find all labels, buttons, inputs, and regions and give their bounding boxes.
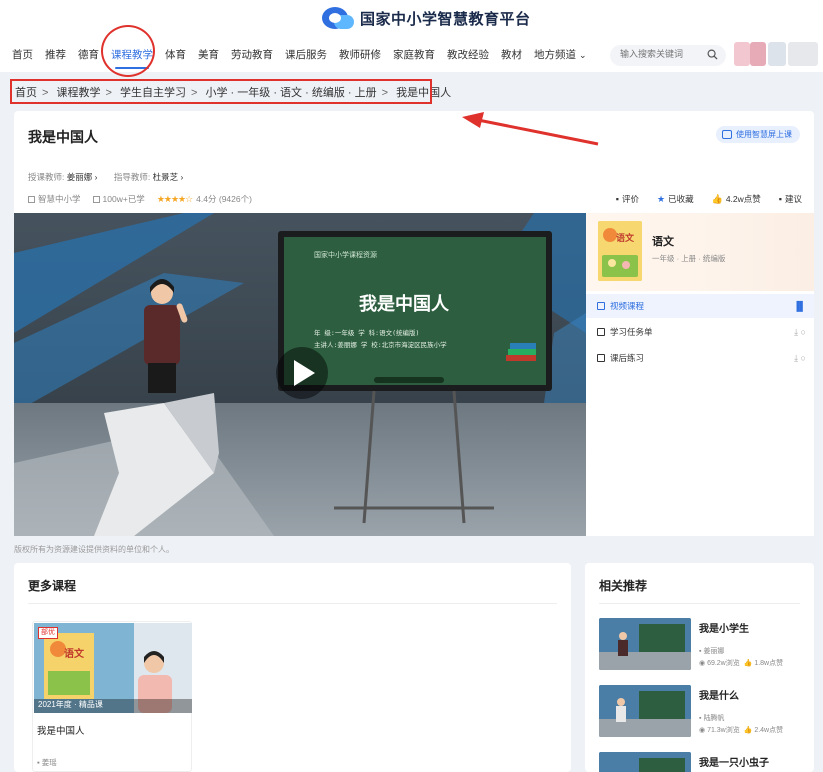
divider bbox=[28, 603, 557, 604]
screen-line2: 主讲人:姜丽娜 学 校:北京市海淀区民族小学 bbox=[314, 340, 447, 349]
course-side-panel: 语文 语文 一年级 · 上册 · 统编版 视频课程 ▐▌ 学习任务单 ⤓ ○ 课… bbox=[586, 213, 814, 536]
related-stats: ◉ 71.3w浏览 👍 2.4w点赞 bbox=[699, 727, 784, 734]
bar-chart-icon: ▐▌ bbox=[793, 301, 806, 311]
nav-item-reform[interactable]: 教改经验 bbox=[447, 46, 489, 64]
star-icon: ★ bbox=[657, 193, 666, 204]
view-count: 100w+已学 bbox=[102, 194, 145, 204]
side-item-video-course[interactable]: 视频课程 ▐▌ bbox=[586, 294, 814, 318]
screen-line1: 年 级:一年级 学 科:语文(统编版) bbox=[314, 328, 419, 337]
course-tag: 部优 bbox=[38, 627, 58, 639]
video-player[interactable]: 国家中小学课程资源 我是中国人 年 级:一年级 学 科:语文(统编版) 主讲人:… bbox=[14, 213, 586, 536]
rating-count: (9426个) bbox=[218, 194, 252, 204]
related-thumbnail bbox=[599, 618, 691, 670]
textbook-cover-title: 语文 bbox=[616, 232, 635, 244]
related-card: 相关推荐 我是小学生 ▪ 姜丽娜 ◉ 69.2w浏览 👍 1.8w点赞 我是什么… bbox=[585, 563, 814, 772]
search-box[interactable] bbox=[610, 45, 726, 66]
nav-item-labor[interactable]: 劳动教育 bbox=[231, 46, 273, 64]
school-name: 智慧中小学 bbox=[38, 194, 81, 204]
related-title: 我是一只小虫子 bbox=[699, 758, 769, 769]
side-item-homework[interactable]: 课后练习 ⤓ ○ bbox=[586, 346, 814, 370]
side-item-task-sheet[interactable]: 学习任务单 ⤓ ○ bbox=[586, 320, 814, 344]
nav-item-family[interactable]: 家庭教育 bbox=[393, 46, 435, 64]
document-icon bbox=[597, 328, 605, 336]
course-item[interactable]: 语文 部优 2021年度 · 精品课 我是中国人 ▪ 姜瑶 bbox=[32, 621, 192, 772]
related-teacher: ▪ 陆腾帆 bbox=[699, 715, 725, 722]
top-bar: 国家中小学智慧教育平台 首页 推荐 德育 课程教学 体育 美育 劳动教育 课后服… bbox=[0, 0, 823, 77]
like-button[interactable]: 👍 4.2w点赞 bbox=[712, 193, 761, 205]
search-icon[interactable] bbox=[707, 49, 718, 60]
related-thumbnail bbox=[599, 685, 691, 737]
related-thumbnail bbox=[599, 752, 691, 772]
advisor-link[interactable]: 杜景芝 › bbox=[153, 172, 184, 182]
main-nav: 首页 推荐 德育 课程教学 体育 美育 劳动教育 课后服务 教师研修 家庭教育 … bbox=[12, 46, 599, 69]
nav-item-home[interactable]: 首页 bbox=[12, 46, 33, 64]
rating-stars: ★★★★☆ bbox=[156, 193, 193, 204]
related-teacher: ▪ 姜丽娜 bbox=[699, 648, 725, 655]
related-item[interactable]: 我是小学生 ▪ 姜丽娜 ◉ 69.2w浏览 👍 1.8w点赞 bbox=[599, 618, 799, 672]
thumbnail-caption: 2021年度 · 精品课 bbox=[38, 700, 103, 709]
course-meta: 智慧中小学 100w+已学 ★★★★☆ 4.4分 (9426个) bbox=[28, 193, 264, 205]
school-icon bbox=[28, 195, 35, 203]
textbook-subtitle: 一年级 · 上册 · 统编版 bbox=[652, 254, 726, 263]
screen-title: 我是中国人 bbox=[359, 293, 450, 315]
annotation-arrow bbox=[462, 112, 599, 146]
user-avatar-blurred[interactable] bbox=[734, 42, 818, 66]
download-icon[interactable]: ⤓ ○ bbox=[794, 346, 806, 370]
favorite-button[interactable]: ★ 已收藏 bbox=[657, 193, 694, 205]
related-item[interactable]: 我是什么 ▪ 陆腾帆 ◉ 71.3w浏览 👍 2.4w点赞 bbox=[599, 685, 799, 739]
nav-item-local-channel[interactable]: 地方频道 ⌄ bbox=[534, 46, 587, 64]
divider bbox=[599, 603, 800, 604]
section-title: 相关推荐 bbox=[599, 579, 648, 593]
nav-item-textbook[interactable]: 教材 bbox=[501, 46, 522, 64]
related-title: 我是小学生 bbox=[699, 624, 749, 635]
course-teacher: ▪ 姜瑶 bbox=[37, 758, 57, 767]
thumbs-up-icon: 👍 bbox=[711, 193, 723, 204]
course-actions: ▪ 评价 ★ 已收藏 👍 4.2w点赞 ▪ 建议 bbox=[598, 193, 802, 205]
course-name[interactable]: 我是中国人 bbox=[37, 723, 85, 737]
textbook-header: 语文 语文 一年级 · 上册 · 统编版 bbox=[586, 213, 814, 291]
nav-item-after-school[interactable]: 课后服务 bbox=[285, 46, 327, 64]
more-courses-card: 更多课程 语文 部优 2021年度 · 精品课 我是中国人 ▪ 姜瑶 bbox=[14, 563, 571, 772]
nav-item-recommend[interactable]: 推荐 bbox=[45, 46, 66, 64]
logo-icon bbox=[322, 5, 356, 31]
smart-screen-button[interactable]: 使用智慧屏上课 bbox=[716, 126, 800, 143]
nav-item-moral[interactable]: 德育 bbox=[78, 46, 99, 64]
thumbnail-cover-title: 语文 bbox=[64, 647, 85, 660]
review-icon: ▪ bbox=[615, 194, 619, 204]
document-icon bbox=[597, 354, 605, 362]
video-icon bbox=[597, 302, 605, 310]
search-input[interactable] bbox=[620, 49, 700, 59]
video-frame: 国家中小学课程资源 我是中国人 年 级:一年级 学 科:语文(统编版) 主讲人:… bbox=[14, 213, 586, 536]
annotation-circle bbox=[101, 25, 155, 77]
download-icon[interactable]: ⤓ ○ bbox=[794, 320, 806, 344]
textbook-cover: 语文 bbox=[598, 221, 642, 281]
rating-score: 4.4分 bbox=[196, 194, 217, 204]
related-title: 我是什么 bbox=[699, 691, 739, 702]
nav-item-teacher-training[interactable]: 教师研修 bbox=[339, 46, 381, 64]
chevron-down-icon: ⌄ bbox=[579, 50, 587, 60]
suggest-icon: ▪ bbox=[778, 194, 782, 204]
course-card: 我是中国人 使用智慧屏上课 授课教师: 姜丽娜 › 指导教师: 杜景芝 › 智慧… bbox=[14, 111, 814, 536]
site-logo[interactable]: 国家中小学智慧教育平台 bbox=[322, 4, 531, 32]
section-title: 更多课程 bbox=[28, 579, 77, 593]
suggest-button[interactable]: ▪ 建议 bbox=[779, 193, 802, 205]
textbook-title: 语文 bbox=[652, 236, 674, 248]
nav-item-art[interactable]: 美育 bbox=[198, 46, 219, 64]
screen-header: 国家中小学课程资源 bbox=[314, 250, 377, 259]
site-name: 国家中小学智慧教育平台 bbox=[360, 9, 531, 28]
teacher-info: 授课教师: 姜丽娜 › 指导教师: 杜景芝 › bbox=[28, 172, 184, 182]
page-title: 我是中国人 bbox=[28, 129, 98, 145]
screen-icon bbox=[722, 130, 732, 139]
course-thumbnail: 语文 部优 2021年度 · 精品课 bbox=[34, 623, 192, 713]
related-item[interactable]: 我是一只小虫子 bbox=[599, 752, 799, 772]
review-button[interactable]: ▪ 评价 bbox=[616, 193, 639, 205]
views-icon bbox=[92, 195, 100, 203]
annotation-box bbox=[10, 79, 432, 104]
lecturer-link[interactable]: 姜丽娜 › bbox=[67, 172, 98, 182]
copyright-note: 版权所有为资源建设提供资料的单位和个人。 bbox=[14, 545, 174, 554]
nav-item-pe[interactable]: 体育 bbox=[165, 46, 186, 64]
related-stats: ◉ 69.2w浏览 👍 1.8w点赞 bbox=[699, 660, 784, 667]
